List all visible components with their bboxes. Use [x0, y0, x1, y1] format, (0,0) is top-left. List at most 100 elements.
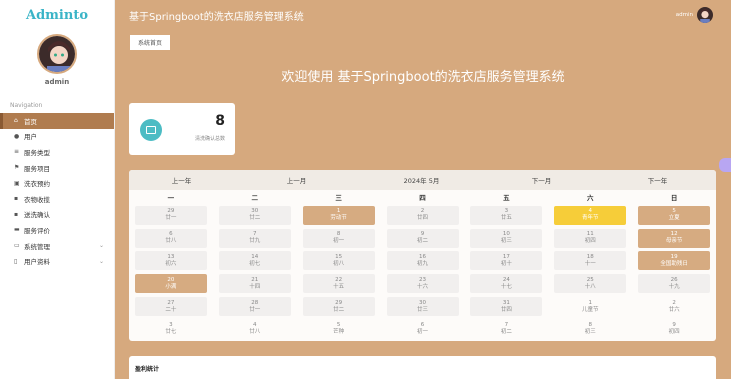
brand-logo[interactable]: Adminto [0, 0, 114, 30]
calendar-day[interactable]: 2 廿六 [632, 295, 716, 318]
calendar-day-box: 4 廿八 [219, 320, 291, 339]
sidebar-item-label: 用户资料 [24, 258, 50, 267]
calendar-week-row: 3 廿七 4 廿八 5 芒种 6 初一 7 初二 8 初三 9 初四 [129, 318, 716, 341]
flag-icon: ⚑ [14, 164, 20, 172]
calendar-day[interactable]: 27 二十 [129, 295, 213, 318]
calendar-day[interactable]: 24 十七 [464, 272, 548, 295]
calendar-day-box: 8 初三 [554, 320, 626, 339]
calendar-day[interactable]: 4 廿八 [213, 318, 297, 341]
header-username[interactable]: admin [676, 12, 693, 18]
sidebar-item-booking[interactable]: ▣ 洗衣预约 [0, 175, 114, 191]
prev-year-button[interactable]: 上一年 [129, 175, 234, 185]
sidebar-item-confirm[interactable]: ▪ 送洗确认 [0, 207, 114, 223]
calendar-day-lunar: 十四 [249, 283, 261, 290]
next-year-button[interactable]: 下一年 [599, 175, 716, 185]
calendar-day[interactable]: 6 廿八 [129, 227, 213, 250]
prev-month-button[interactable]: 上一月 [234, 175, 359, 185]
calendar-day[interactable]: 29 廿二 [297, 295, 381, 318]
calendar-day[interactable]: 3 廿七 [129, 318, 213, 341]
calendar-day[interactable]: 19 全国助残日 [632, 250, 716, 273]
calendar-day-lunar: 初四 [584, 238, 596, 245]
calendar-day[interactable]: 9 初二 [381, 227, 465, 250]
calendar-day-number: 30 [419, 299, 426, 306]
sidebar: Adminto admin Navigation ⌂ 首页 ● 用户 ≡ 服务类… [0, 0, 115, 379]
calendar-day-number: 15 [335, 253, 343, 260]
sidebar-item-service-type[interactable]: ≡ 服务类型 [0, 144, 114, 160]
calendar-day[interactable]: 30 廿三 [381, 295, 465, 318]
calendar-day-lunar: 廿一 [249, 306, 261, 313]
calendar-day[interactable]: 21 十四 [213, 272, 297, 295]
calendar-day[interactable]: 26 十九 [632, 272, 716, 295]
calendar-day-box: 17 初十 [470, 251, 543, 271]
calendar-day[interactable]: 2 廿四 [381, 204, 465, 227]
calendar-day[interactable]: 16 初九 [381, 250, 465, 273]
sidebar-item-service-items[interactable]: ⚑ 服务项目 [0, 160, 114, 176]
calendar-day[interactable]: 1 儿童节 [548, 295, 632, 318]
calendar-day-number: 25 [586, 276, 594, 283]
sidebar-item-home[interactable]: ⌂ 首页 [0, 113, 114, 129]
calendar-day[interactable]: 7 廿九 [213, 227, 297, 250]
calendar-day[interactable]: 7 初二 [464, 318, 548, 341]
calendar-day[interactable]: 4 青年节 [548, 204, 632, 227]
avatar[interactable] [37, 34, 77, 74]
tab-system-home[interactable]: 系统首页 [130, 35, 171, 50]
calendar-day[interactable]: 5 芒种 [297, 318, 381, 341]
calendar-day-lunar: 芒种 [333, 329, 345, 336]
calendar-day[interactable]: 11 初四 [548, 227, 632, 250]
calendar-day[interactable]: 29 廿一 [129, 204, 213, 227]
header-user-menu[interactable]: admin [676, 7, 713, 23]
file-icon: ▯ [14, 257, 18, 265]
calendar-day-lunar: 小满 [165, 283, 177, 290]
calendar-day[interactable]: 18 十一 [548, 250, 632, 273]
calendar-day[interactable]: 14 初七 [213, 250, 297, 273]
calendar-day[interactable]: 23 十六 [381, 272, 465, 295]
calendar-week-row: 29 廿一 30 廿二 1 劳动节 2 廿四 3 廿五 4 青年节 5 立夏 [129, 204, 716, 227]
calendar-day[interactable]: 10 初三 [464, 227, 548, 250]
sidebar-item-profile[interactable]: ▯ 用户资料 ⌄ [0, 253, 114, 269]
calendar-nav: 上一年 上一月 2024年 5月 下一月 下一年 [129, 170, 716, 190]
list-icon: ≡ [14, 148, 20, 156]
calendar-day-box: 31 廿四 [470, 297, 543, 317]
calendar-day[interactable]: 28 廿一 [213, 295, 297, 318]
calendar-day-box: 28 廿一 [218, 297, 291, 317]
sidebar-item-users[interactable]: ● 用户 [0, 129, 114, 145]
calendar-day[interactable]: 25 十八 [548, 272, 632, 295]
calendar-day[interactable]: 8 初三 [548, 318, 632, 341]
calendar-day[interactable]: 9 初四 [632, 318, 716, 341]
calendar-day[interactable]: 1 劳动节 [297, 204, 381, 227]
card-icon [140, 119, 162, 141]
next-month-button[interactable]: 下一月 [484, 175, 599, 185]
sidebar-item-reviews[interactable]: ▬ 服务评价 [0, 222, 114, 238]
stat-card: 8 清洗确认总数 [129, 103, 235, 155]
calendar-day-lunar: 十五 [333, 283, 345, 290]
calendar-day-lunar: 初八 [333, 260, 345, 267]
calendar-day-number: 31 [502, 299, 510, 306]
calendar-day[interactable]: 5 立夏 [632, 204, 716, 227]
calendar-day[interactable]: 22 十五 [297, 272, 381, 295]
calendar-day[interactable]: 17 初十 [464, 250, 548, 273]
calendar-day-lunar: 十九 [668, 283, 680, 290]
calendar-day-lunar: 初六 [165, 260, 177, 267]
calendar-day[interactable]: 8 初一 [297, 227, 381, 250]
settings-float-button[interactable] [719, 158, 731, 172]
calendar-day[interactable]: 15 初八 [297, 250, 381, 273]
calendar-day-lunar: 母亲节 [665, 238, 683, 245]
calendar-day[interactable]: 12 母亲节 [632, 227, 716, 250]
sidebar-item-system[interactable]: ▭ 系统管理 ⌄ [0, 238, 114, 254]
calendar-day[interactable]: 31 廿四 [464, 295, 548, 318]
avatar[interactable] [697, 7, 713, 23]
calendar-day[interactable]: 6 初一 [381, 318, 465, 341]
sidebar-item-collection[interactable]: ▪ 衣物收揽 [0, 191, 114, 207]
calendar-day[interactable]: 3 廿五 [464, 204, 548, 227]
calendar-day[interactable]: 30 廿二 [213, 204, 297, 227]
calendar-day[interactable]: 20 小满 [129, 272, 213, 295]
calendar-day-lunar: 劳动节 [330, 215, 347, 222]
weekday-header: 一 二 三 四 五 六 日 [129, 190, 716, 204]
calendar-day-box: 26 十九 [638, 274, 711, 294]
calendar-day-number: 28 [251, 299, 259, 306]
calendar-day-lunar: 初七 [249, 260, 261, 267]
calendar-day-box: 2 廿四 [386, 205, 459, 225]
calendar-day-box: 4 青年节 [554, 205, 627, 225]
calendar-day[interactable]: 13 初六 [129, 250, 213, 273]
calendar-day-box: 9 初二 [386, 228, 459, 248]
